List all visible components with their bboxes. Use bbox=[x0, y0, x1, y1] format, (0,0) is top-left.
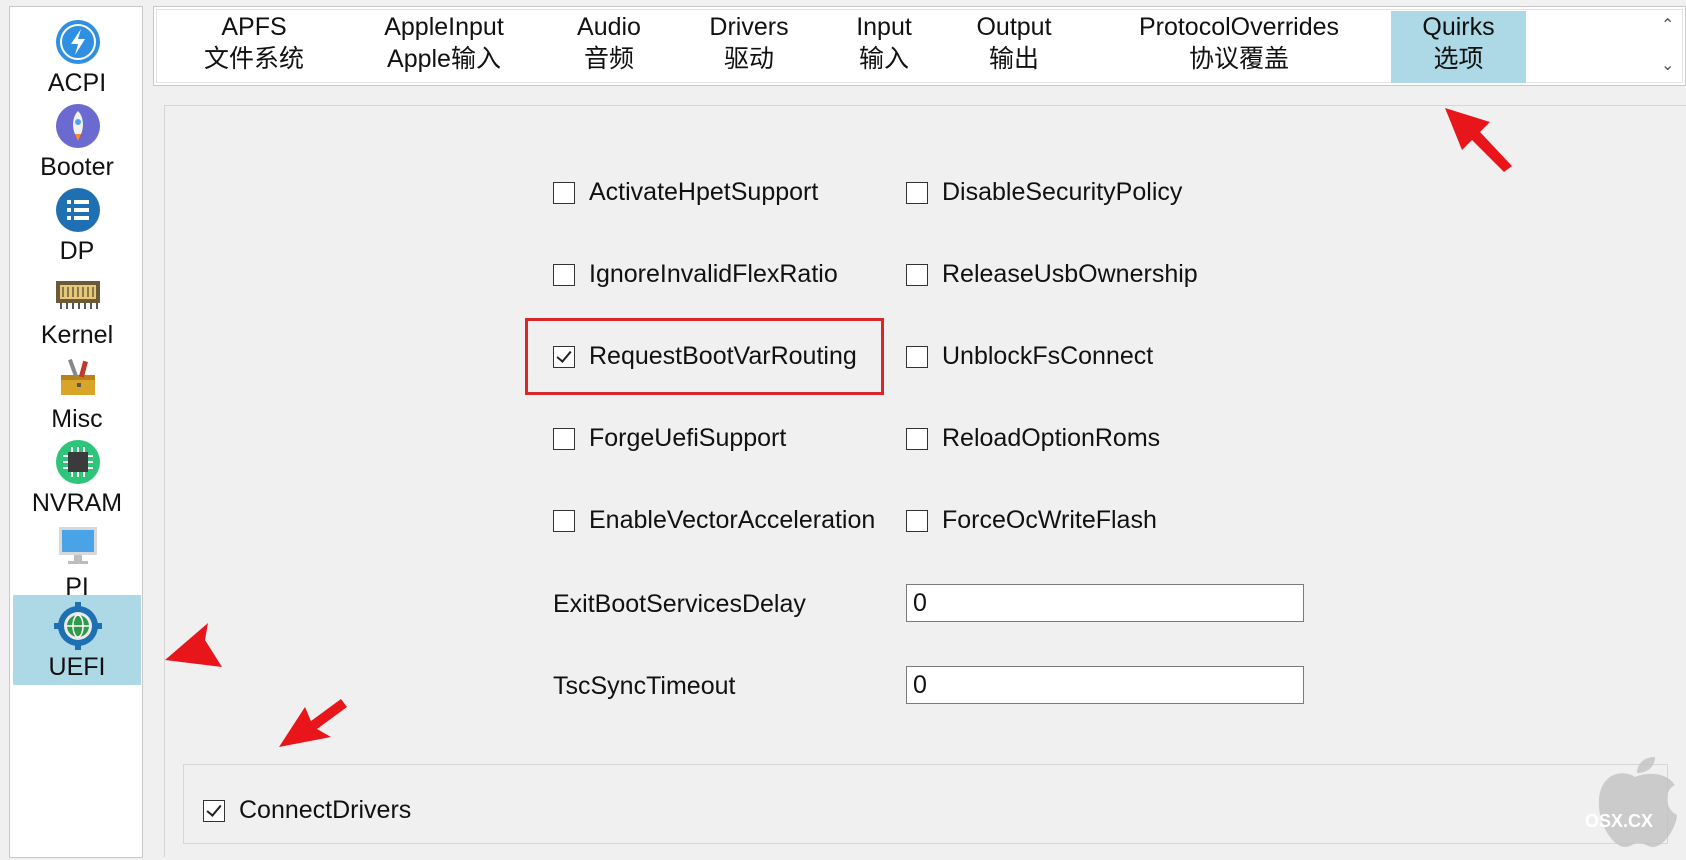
exitbootservicesdelay-field[interactable]: 0 bbox=[906, 584, 1304, 622]
checkbox-label: ActivateHpetSupport bbox=[589, 178, 819, 206]
checkbox-connectdrivers[interactable]: ConnectDrivers bbox=[203, 796, 411, 825]
tab-scroll-up-icon[interactable]: ⌃ bbox=[1661, 15, 1679, 34]
watermark-logo: OSX.CX bbox=[1585, 755, 1685, 855]
checkbox-ignoreinvalidflexratio[interactable]: IgnoreInvalidFlexRatio bbox=[553, 260, 838, 289]
sidebar-item-kernel[interactable]: Kernel bbox=[13, 263, 141, 353]
checkbox-box[interactable] bbox=[553, 263, 575, 286]
tab-sublabel: 音频 bbox=[583, 45, 634, 73]
tscsynctimeout-field[interactable]: 0 bbox=[906, 666, 1304, 704]
tab-label: Drivers bbox=[709, 13, 789, 41]
checkbox-label: ReleaseUsbOwnership bbox=[942, 260, 1198, 288]
monitor-icon bbox=[59, 527, 97, 564]
sidebar-item-misc[interactable]: Misc bbox=[13, 347, 141, 437]
checkbox-label: ReloadOptionRoms bbox=[942, 424, 1161, 452]
tab-sublabel: 选项 bbox=[1433, 45, 1484, 73]
highlight-box bbox=[525, 318, 884, 395]
checkbox-label: ConnectDrivers bbox=[239, 796, 412, 824]
watermark-text: OSX.CX bbox=[1585, 811, 1654, 831]
chip-board-icon bbox=[56, 281, 100, 309]
checkbox-enablevectoracceleration[interactable]: EnableVectorAcceleration bbox=[553, 506, 875, 535]
sidebar-item-label: UEFI bbox=[48, 653, 106, 681]
checkbox-box[interactable] bbox=[553, 509, 575, 532]
checkbox-box[interactable] bbox=[906, 427, 928, 450]
checkbox-box[interactable] bbox=[906, 181, 928, 204]
sidebar-item-label: Booter bbox=[40, 153, 114, 181]
sidebar: ACPI Booter DP Kernel Misc NVRAM PI UEFI bbox=[9, 6, 143, 858]
checkbox-forceocwriteflash[interactable]: ForceOcWriteFlash bbox=[906, 506, 1157, 535]
toolbox-icon bbox=[61, 358, 95, 395]
rocket-icon bbox=[56, 104, 100, 148]
checkbox-activatehpetsupport[interactable]: ActivateHpetSupport bbox=[553, 178, 818, 207]
tab-apfs[interactable]: APFS 文件系统 bbox=[174, 11, 334, 83]
sidebar-item-label: ACPI bbox=[47, 69, 107, 97]
tab-sublabel: 输出 bbox=[988, 45, 1039, 73]
tab-label: Output bbox=[976, 13, 1052, 41]
arrow-to-uefi-icon bbox=[165, 623, 222, 667]
tab-audio[interactable]: Audio 音频 bbox=[549, 11, 669, 83]
tab-sublabel: 驱动 bbox=[723, 45, 774, 73]
processor-icon bbox=[56, 440, 100, 484]
sidebar-item-nvram[interactable]: NVRAM bbox=[13, 431, 141, 521]
arrow-to-connectdrivers-icon bbox=[279, 699, 347, 747]
sidebar-item-pi[interactable]: PI bbox=[13, 515, 141, 605]
tab-appleinput[interactable]: AppleInput Apple输入 bbox=[349, 11, 539, 83]
tab-label: ProtocolOverrides bbox=[1138, 13, 1340, 41]
checkbox-unblockfsconnect[interactable]: UnblockFsConnect bbox=[906, 342, 1153, 371]
sidebar-item-uefi[interactable]: UEFI bbox=[13, 595, 141, 685]
checkbox-box[interactable] bbox=[906, 263, 928, 286]
tab-sublabel: 协议覆盖 bbox=[1188, 45, 1289, 73]
checkbox-disablesecuritypolicy[interactable]: DisableSecurityPolicy bbox=[906, 178, 1182, 207]
sidebar-item-booter[interactable]: Booter bbox=[13, 95, 141, 185]
globe-gear-icon bbox=[54, 602, 102, 650]
sidebar-item-acpi[interactable]: ACPI bbox=[13, 11, 141, 101]
tab-label: APFS bbox=[221, 13, 287, 41]
tab-bar: APFS 文件系统 AppleInput Apple输入 Audio 音频 Dr… bbox=[153, 6, 1686, 86]
tab-drivers[interactable]: Drivers 驱动 bbox=[679, 11, 819, 83]
checkbox-label: ForceOcWriteFlash bbox=[942, 506, 1157, 534]
field-label-tscsynctimeout: TscSyncTimeout bbox=[553, 672, 736, 700]
tab-output[interactable]: Output 输出 bbox=[949, 11, 1079, 83]
tab-sublabel: Apple输入 bbox=[387, 45, 501, 73]
tab-label: AppleInput bbox=[384, 13, 504, 41]
tab-sublabel: 输入 bbox=[858, 45, 909, 73]
tab-label: Input bbox=[856, 13, 912, 41]
tab-sublabel: 文件系统 bbox=[203, 45, 304, 73]
checkbox-box[interactable] bbox=[906, 509, 928, 532]
checkbox-label: UnblockFsConnect bbox=[942, 342, 1154, 370]
quirks-panel bbox=[164, 105, 1686, 857]
sidebar-item-label: DP bbox=[59, 237, 95, 265]
sidebar-item-dp[interactable]: DP bbox=[13, 179, 141, 269]
arrow-to-quirks-icon bbox=[1445, 108, 1512, 172]
lightning-icon bbox=[56, 20, 100, 64]
sidebar-item-label: Kernel bbox=[40, 321, 114, 349]
tab-label: Quirks bbox=[1422, 13, 1495, 41]
checkbox-label: DisableSecurityPolicy bbox=[942, 178, 1183, 206]
tab-input[interactable]: Input 输入 bbox=[829, 11, 939, 83]
tab-quirks[interactable]: Quirks 选项 bbox=[1391, 11, 1526, 83]
tab-label: Audio bbox=[577, 13, 641, 41]
checkbox-forgeuefisupport[interactable]: ForgeUefiSupport bbox=[553, 424, 786, 453]
checkbox-box[interactable] bbox=[203, 799, 225, 822]
checkbox-label: EnableVectorAcceleration bbox=[589, 506, 876, 534]
list-icon bbox=[56, 188, 100, 232]
sidebar-item-label: NVRAM bbox=[31, 489, 123, 517]
tab-scroll-down-icon[interactable]: ⌄ bbox=[1661, 55, 1679, 74]
tab-protocoloverrides[interactable]: ProtocolOverrides 协议覆盖 bbox=[1089, 11, 1389, 83]
sidebar-item-label: Misc bbox=[51, 405, 103, 433]
checkbox-box[interactable] bbox=[906, 345, 928, 368]
checkbox-label: IgnoreInvalidFlexRatio bbox=[589, 260, 838, 288]
checkbox-releaseusbownership[interactable]: ReleaseUsbOwnership bbox=[906, 260, 1198, 289]
checkbox-box[interactable] bbox=[553, 181, 575, 204]
apple-logo-icon bbox=[1598, 757, 1677, 847]
checkbox-reloadoptionroms[interactable]: ReloadOptionRoms bbox=[906, 424, 1160, 453]
checkbox-box[interactable] bbox=[553, 427, 575, 450]
field-label-exitbootservicesdelay: ExitBootServicesDelay bbox=[553, 590, 806, 618]
checkbox-label: ForgeUefiSupport bbox=[589, 424, 787, 452]
